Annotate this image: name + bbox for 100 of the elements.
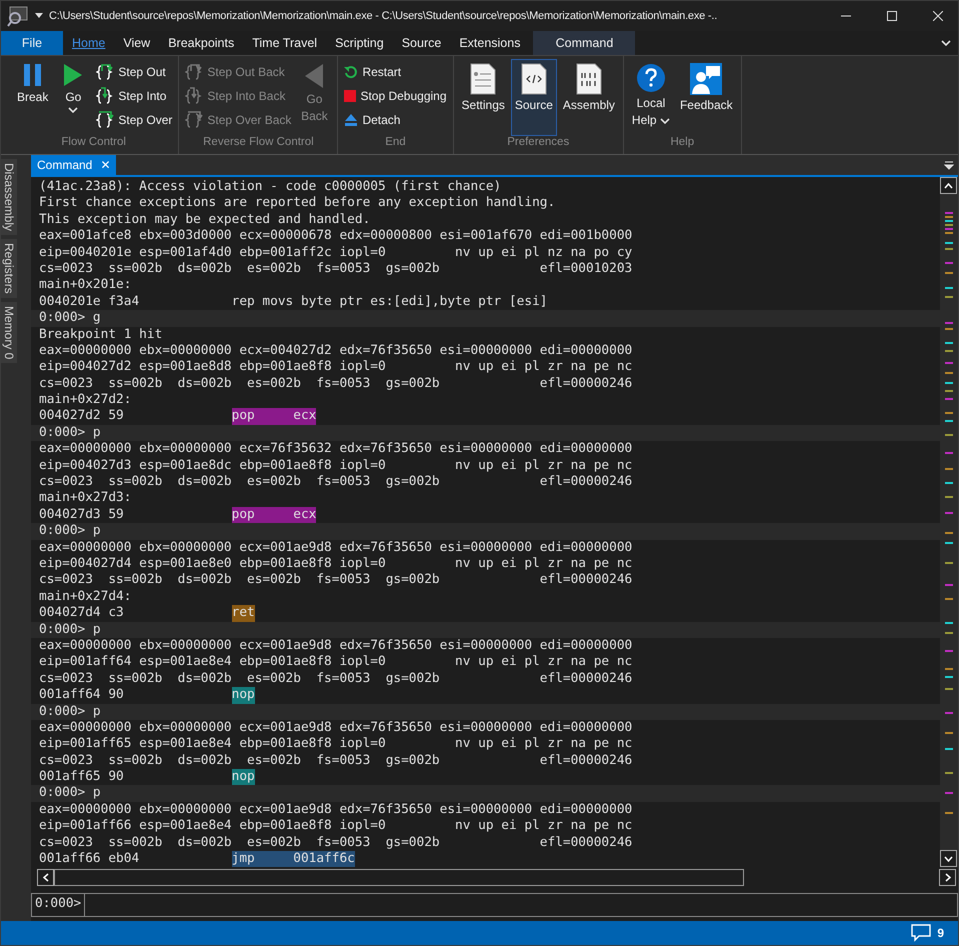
pause-icon xyxy=(22,63,44,87)
ribbon-button[interactable]: Feedback xyxy=(676,59,737,136)
output-line: 004027d4 c3 xyxy=(39,605,125,622)
output-line: eax=00000000 ebx=00000000 ecx=001ae9d8 edx=76f35650 esi=00000000 edi=00000000 xyxy=(39,638,632,654)
ribbon-tab[interactable]: Command xyxy=(533,31,636,55)
ribbon-button[interactable]: Settings xyxy=(458,59,509,136)
ribbon-tab[interactable]: Source xyxy=(392,31,450,55)
output-line: eax=001afce8 ebx=003d0000 ecx=00000678 edx=00000800 esi=001af670 edi=001b0000 xyxy=(39,228,632,245)
instruction-text: ret xyxy=(232,605,255,622)
chevron-down-icon xyxy=(944,856,953,862)
instruction-text: nop xyxy=(232,687,255,704)
output-line: cs=0023 ss=002b ds=002b es=002b fs=0053 gs=002b efl=00000246 xyxy=(39,834,632,852)
app-icon xyxy=(7,5,29,27)
notification-count: 9 xyxy=(937,926,944,940)
instruction-text: pop ecx xyxy=(232,506,316,524)
file-menu[interactable]: File xyxy=(1,31,63,55)
output-line: 004027d2 59 xyxy=(39,408,125,425)
ribbon-tab[interactable]: Time Travel xyxy=(243,31,326,55)
output-line: eip=001aff64 esp=001ae8e4 ebp=001ae8f8 iopl=0 nv up ei pl zr na pe nc xyxy=(39,654,632,671)
ribbon-button[interactable]: Step Over xyxy=(94,109,174,131)
group-label: Reverse Flow Control xyxy=(202,136,315,150)
scrollbar-thumb[interactable] xyxy=(54,868,744,886)
output-line: eip=004027d3 esp=001ae8dc ebp=001ae8f8 iopl=0 nv up ei pl zr na pe nc xyxy=(39,458,632,474)
scroll-down-button[interactable] xyxy=(940,850,957,867)
step-over-icon xyxy=(96,111,114,129)
step-out-icon xyxy=(96,63,114,81)
chevron-left-icon xyxy=(42,872,48,882)
ribbon-button[interactable]: Step Out xyxy=(94,61,174,83)
prompt-line: 0:000> p xyxy=(39,523,101,540)
side-tab[interactable]: Registers xyxy=(1,239,17,298)
output-line: First chance exceptions are reported before any exception handling. xyxy=(39,195,556,212)
output-line: eax=00000000 ebx=00000000 ecx=001ae9d8 edx=76f35650 esi=00000000 edi=00000000 xyxy=(39,540,632,556)
close-icon xyxy=(933,11,943,21)
dropdown-icon[interactable] xyxy=(35,13,43,19)
output-line: main+0x27d2: xyxy=(39,392,132,408)
chat-icon[interactable] xyxy=(911,924,932,942)
output-line: main+0x27d4: xyxy=(39,588,132,606)
group-label: Preferences xyxy=(506,136,570,150)
ribbon-button[interactable]: Break xyxy=(13,59,52,136)
ribbon-button[interactable]: Assembly xyxy=(558,59,619,136)
output-line: eax=00000000 ebx=00000000 ecx=001ae9d8 edx=76f35650 esi=00000000 edi=00000000 xyxy=(39,802,632,818)
side-tab[interactable]: Disassembly xyxy=(1,159,17,236)
code-file-icon xyxy=(520,63,547,95)
output-line: 0040201e f3a4 xyxy=(39,294,140,310)
ribbon-button[interactable]: Local Help xyxy=(628,59,674,136)
step-out-icon xyxy=(185,63,204,81)
feedback-icon xyxy=(690,63,722,95)
output-line: main+0x201e: xyxy=(39,277,132,294)
stop-icon xyxy=(344,90,356,102)
instruction-text: nop xyxy=(232,769,255,786)
ribbon-button[interactable]: Restart xyxy=(342,61,449,83)
output-line: eip=001aff65 esp=001ae8e4 ebp=001ae8f8 iopl=0 nv up ei pl zr na pe nc xyxy=(39,736,632,753)
ribbon-button[interactable]: Source xyxy=(510,59,557,136)
prompt-line: 0:000> p xyxy=(39,785,101,802)
prompt-line: 0:000> p xyxy=(39,622,101,638)
step-over-icon xyxy=(185,111,204,129)
scroll-right-button[interactable] xyxy=(939,868,956,886)
step-into-icon xyxy=(96,87,114,105)
eject-icon xyxy=(344,113,358,127)
side-tab[interactable]: Memory 0 xyxy=(1,302,17,364)
window-title: C:\Users\Student\source\repos\Memorization\Memorization\main.exe - C:\Users\Student\source\repos\Memorization\Memorization\main.exe -.. xyxy=(49,10,718,22)
restart-icon xyxy=(344,65,358,79)
prompt-line: 0:000> p xyxy=(39,704,101,720)
help-icon xyxy=(636,63,666,93)
instruction-text: rep movs byte ptr es:[edi],byte ptr [esi] xyxy=(232,294,548,310)
output-line: This exception may be expected and handled. xyxy=(39,212,370,228)
prompt-label: 0:000> xyxy=(32,894,86,916)
ribbon-button[interactable]: Go xyxy=(54,59,92,136)
output-line: cs=0023 ss=002b ds=002b es=002b fs=0053 gs=002b efl=00000246 xyxy=(39,670,632,688)
chevron-right-icon xyxy=(944,872,950,882)
output-line: eip=004027d2 esp=001ae8d8 ebp=001ae8f8 iopl=0 nv up ei pl zr na pe nc xyxy=(39,359,632,376)
ribbon-button[interactable]: Step Into xyxy=(94,85,174,107)
document-tab[interactable]: Command ✕ xyxy=(31,155,116,175)
command-field[interactable]: 0:000> xyxy=(31,893,958,917)
scroll-up-button[interactable] xyxy=(940,177,957,194)
ribbon-tab[interactable]: View xyxy=(114,31,160,55)
settings-icon xyxy=(470,63,496,95)
ribbon-tab[interactable]: Home xyxy=(63,31,114,55)
ribbon-button[interactable]: Detach xyxy=(342,109,449,131)
ribbon-tab[interactable]: Breakpoints xyxy=(159,31,244,55)
output-line: cs=0023 ss=002b ds=002b es=002b fs=0053 gs=002b efl=00000246 xyxy=(39,474,632,490)
scroll-left-button[interactable] xyxy=(37,868,54,886)
close-button[interactable]: ✕ xyxy=(100,158,110,172)
output-line: eip=004027d4 esp=001ae8e0 ebp=001ae8f8 iopl=0 nv up ei pl zr na pe nc xyxy=(39,556,632,572)
binary-file-icon xyxy=(576,63,602,95)
output-line: cs=0023 ss=002b ds=002b es=002b fs=0053 gs=002b efl=00000246 xyxy=(39,572,632,589)
ribbon-tab[interactable]: Scripting xyxy=(326,31,393,55)
chevron-up-icon xyxy=(944,182,953,188)
output-line: cs=0023 ss=002b ds=002b es=002b fs=0053 gs=002b efl=00000246 xyxy=(39,376,632,392)
tab-menu-icon[interactable] xyxy=(944,160,954,170)
output-line: 004027d3 59 xyxy=(39,506,125,524)
maximize-icon xyxy=(887,11,897,21)
prompt-line: 0:000> g xyxy=(39,310,101,327)
chevron-icon xyxy=(941,40,951,46)
ribbon-tab[interactable]: Extensions xyxy=(450,31,530,55)
instruction-text: jmp 001aff6c xyxy=(232,851,355,867)
play-icon xyxy=(63,63,84,87)
ribbon-button[interactable]: Stop Debugging xyxy=(342,85,449,107)
output-line: main+0x27d3: xyxy=(39,490,132,507)
output-line: cs=0023 ss=002b ds=002b es=002b fs=0053 gs=002b efl=00000246 xyxy=(39,752,632,770)
